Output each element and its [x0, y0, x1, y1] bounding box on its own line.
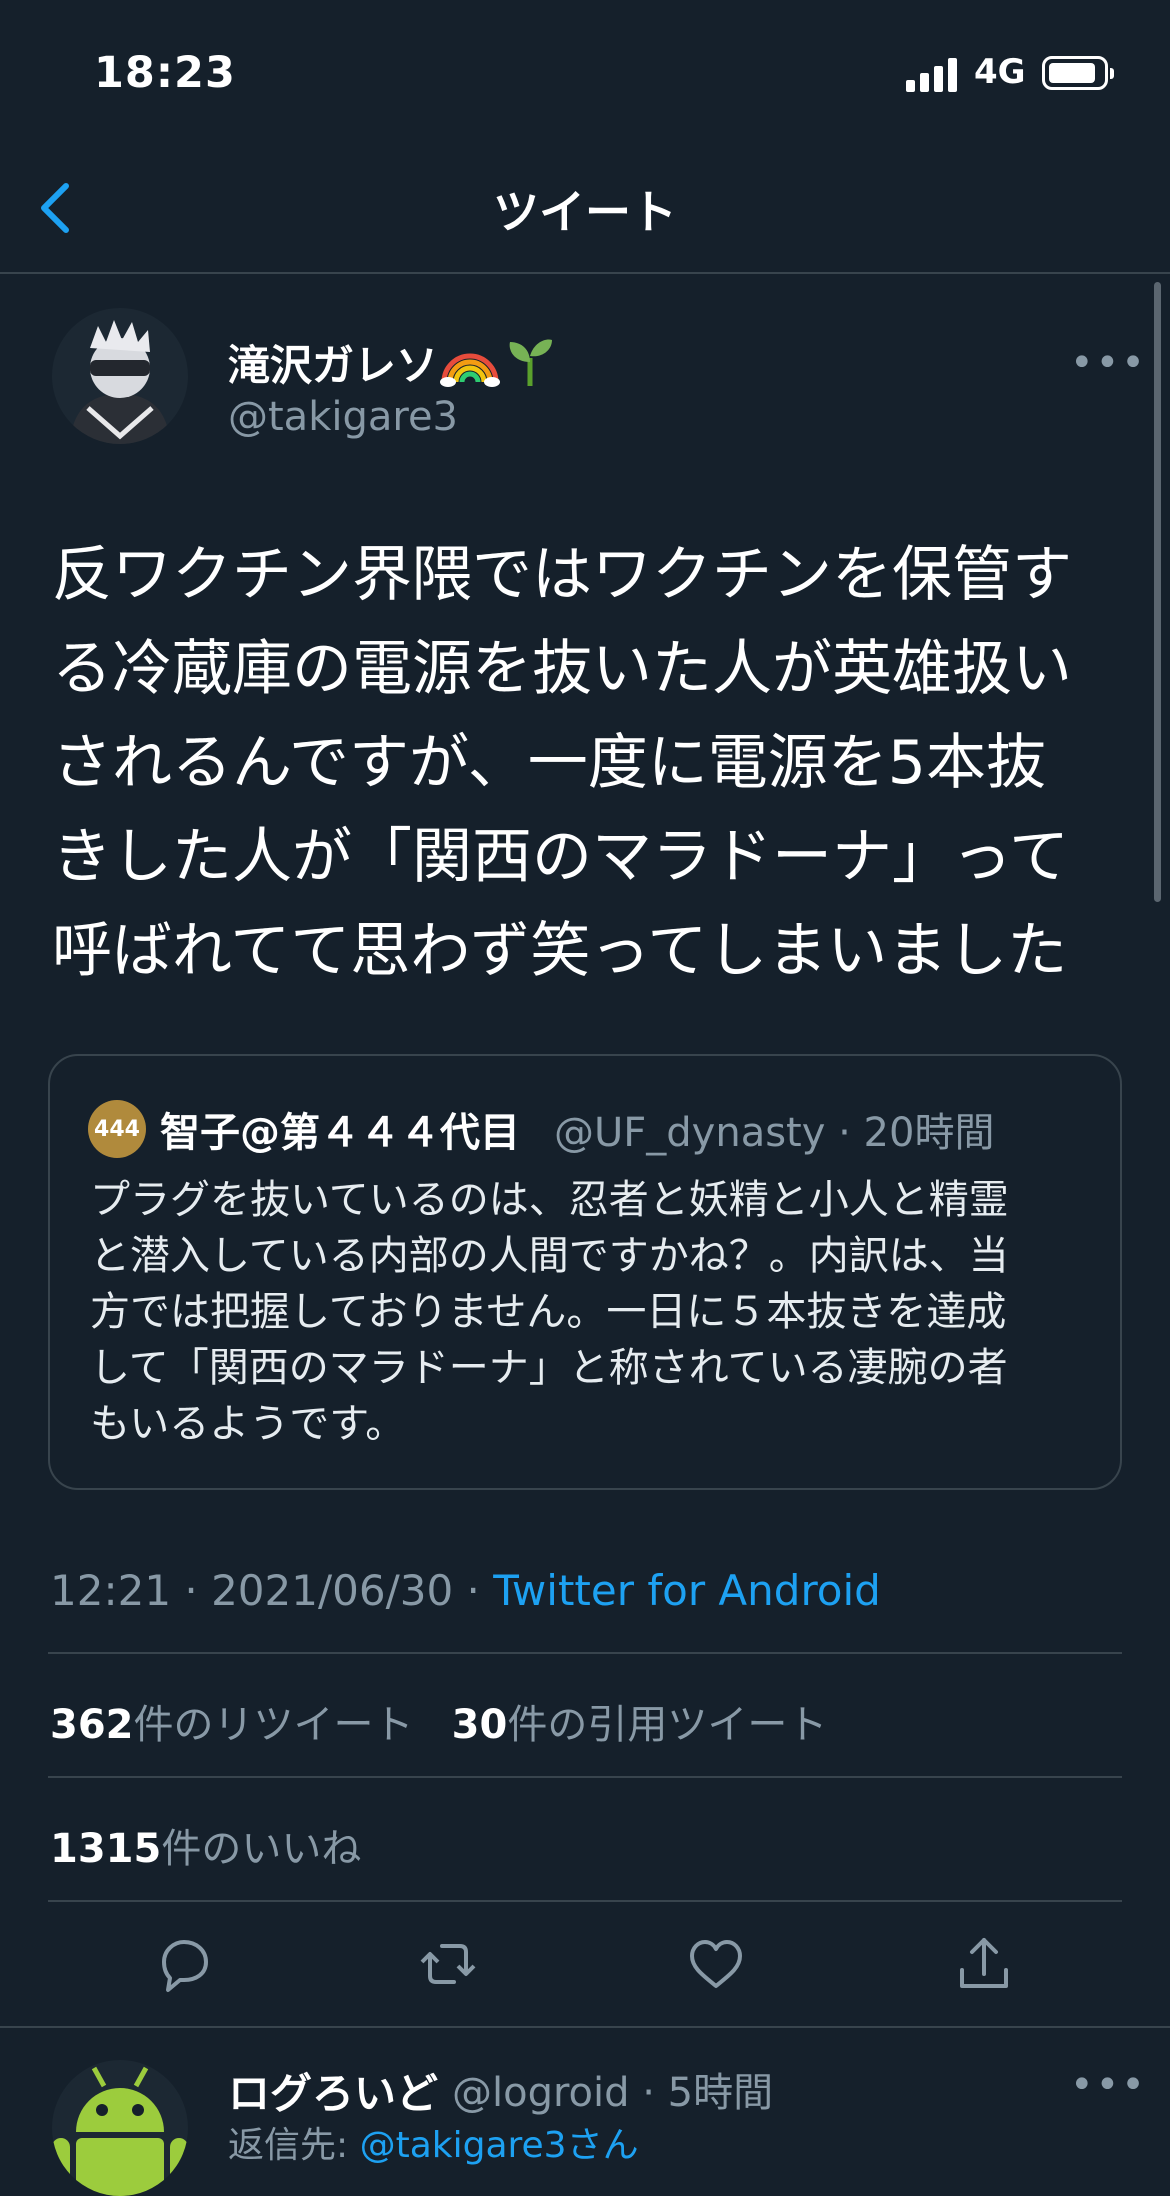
divider [48, 1652, 1122, 1654]
rainbow-icon [440, 332, 500, 392]
likes-label: 件のいいね [161, 1826, 362, 1872]
tweet-line: る冷蔵庫の電源を抜いた人が英雄扱い [52, 634, 1072, 704]
tweet-meta: 12:21 · 2021/06/30 · Twitter for Android [50, 1566, 881, 1615]
reply-author-name[interactable]: ログろいど [228, 2060, 438, 2121]
retweet-stats[interactable]: 362件のリツイート 30件の引用ツイート [50, 1692, 827, 1750]
tweet-source-link[interactable]: Twitter for Android [493, 1566, 881, 1615]
likes-stats[interactable]: 1315件のいいね [50, 1816, 361, 1874]
author-handle[interactable]: @takigare3 [228, 394, 458, 440]
retweet-icon[interactable] [418, 1934, 478, 1994]
quoted-line: もいるようです。 [90, 1401, 406, 1447]
divider [0, 2026, 1170, 2028]
quoted-line: と潜入している内部の人間ですかね？。内訳は、当 [90, 1233, 1009, 1279]
scrollbar[interactable] [1154, 282, 1161, 902]
network-label: 4G [974, 52, 1026, 92]
tweet-timestamp: 12:21 · 2021/06/30 · [50, 1566, 494, 1615]
like-icon[interactable] [686, 1934, 746, 1994]
reply-to-handle[interactable]: @takigare3さん [360, 2125, 639, 2166]
tweet-line: 反ワクチン界隈ではワクチンを保管す [52, 540, 1072, 610]
status-time: 18:23 [94, 48, 236, 98]
tweet-text: 反ワクチン界隈ではワクチンを保管す る冷蔵庫の電源を抜いた人が英雄扱い されるん… [52, 528, 1132, 998]
more-options-icon[interactable]: ••• [1070, 340, 1147, 386]
tweet-line: きした人が「関西のマラドーナ」って [52, 822, 1069, 892]
retweets-label: 件のリツイート [133, 1702, 414, 1748]
divider [48, 1776, 1122, 1778]
name-emojis [440, 332, 560, 388]
reply-to-prefix: 返信先: [228, 2125, 360, 2166]
reply-author-handle[interactable]: @logroid · 5時間 [452, 2060, 773, 2118]
likes-count: 1315 [50, 1826, 162, 1872]
reply-avatar[interactable] [52, 2060, 188, 2196]
more-options-icon[interactable]: ••• [1070, 2062, 1147, 2108]
quoted-author-name: 智子@第４４４代目 [160, 1110, 520, 1156]
quoted-line: して「関西のマラドーナ」と称されている凄腕の者 [90, 1345, 1008, 1391]
quotes-count: 30 [451, 1702, 508, 1748]
tweet-line: されるんですが、一度に電源を5本抜 [52, 728, 1046, 798]
author-name[interactable]: 滝沢ガレソ [228, 332, 438, 393]
signal-icon [906, 58, 958, 92]
seedling-icon [504, 332, 556, 392]
page-title: ツイート [493, 185, 677, 239]
avatar[interactable] [52, 308, 188, 444]
reply-to-label: 返信先: @takigare3さん [228, 2116, 639, 2168]
quoted-avatar: 444 [88, 1100, 146, 1158]
reply-icon[interactable] [154, 1934, 214, 1994]
header-divider [0, 272, 1170, 274]
quotes-label: 件の引用ツイート [507, 1702, 828, 1748]
tweet-line: 呼ばれてて思わず笑ってしまいました [52, 916, 1068, 986]
quoted-author-handle: @UF_dynasty · 20時間 [554, 1110, 995, 1156]
battery-icon [1042, 56, 1114, 90]
quoted-line: 方では把握しておりません。一日に５本抜きを達成 [90, 1289, 1007, 1335]
divider [48, 1900, 1122, 1902]
retweets-count: 362 [50, 1702, 134, 1748]
share-icon[interactable] [954, 1934, 1014, 1994]
quoted-line: プラグを抜いているのは、忍者と妖精と小人と精霊 [90, 1177, 1009, 1223]
quoted-text: プラグを抜いているのは、忍者と妖精と小人と精霊 と潜入している内部の人間ですかね… [90, 1172, 1090, 1452]
